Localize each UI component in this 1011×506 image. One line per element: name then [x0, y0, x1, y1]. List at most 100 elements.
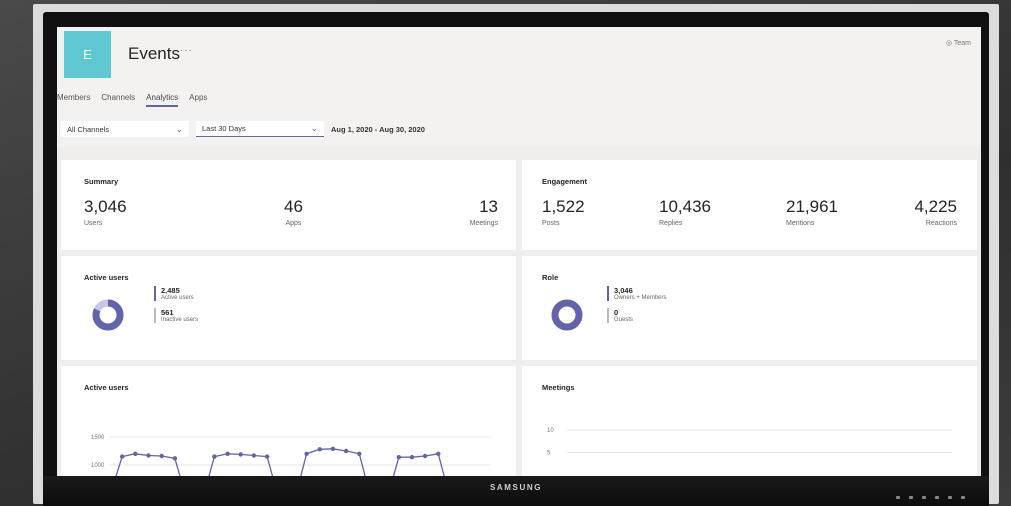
data-point — [159, 453, 164, 459]
monitor-button[interactable] — [922, 496, 926, 499]
y-tick-label: 10 — [547, 428, 554, 434]
tab-apps[interactable]: Apps — [189, 93, 207, 107]
data-point — [212, 454, 217, 459]
legend-label: Inactive users — [161, 317, 199, 323]
data-point — [422, 453, 428, 459]
stat-posts: 1,522 Posts — [542, 197, 585, 227]
legend-members: 3,046 Owners + Members — [607, 286, 667, 301]
tab-members[interactable]: Members — [57, 93, 90, 107]
y-tick-label: 1500 — [91, 435, 105, 441]
more-options-icon[interactable]: ··· — [180, 45, 193, 56]
stat-label: Apps — [285, 220, 302, 227]
chevron-down-icon: ⌄ — [310, 123, 318, 133]
team-badge[interactable]: ◎ Team — [946, 39, 971, 47]
active-users-card: Active users 2,485 Active users 561 Inac… — [61, 256, 516, 360]
series-line — [115, 448, 446, 477]
donut-legend: 2,485 Active users 561 Inactive users — [154, 286, 198, 330]
brand-logo: SAMSUNG — [489, 483, 543, 492]
data-point — [317, 447, 322, 452]
summary-card: Summary 3,046 Users 46 Apps 13 Meetings — [61, 160, 516, 250]
card-title: Role — [542, 273, 559, 282]
stat-value: 10,436 — [659, 197, 711, 216]
data-point — [225, 451, 230, 456]
stat-label: Mentions — [786, 220, 815, 227]
legend-inactive: 561 Inactive users — [154, 308, 198, 323]
legend-label: Guests — [614, 317, 634, 323]
legend-value: 561 — [161, 308, 174, 317]
meetings-chart-card: Meetings 10 5 — [522, 366, 977, 477]
stat-label: Meetings — [469, 220, 498, 227]
data-point — [396, 455, 401, 460]
card-title: Active users — [84, 273, 129, 282]
team-avatar: E — [64, 31, 111, 78]
active-users-chart-card: Active users 15001000500 — [61, 366, 516, 477]
data-point — [409, 455, 415, 460]
card-title: Engagement — [542, 177, 588, 186]
data-point — [330, 446, 336, 451]
date-range: Aug 1, 2020 - Aug 30, 2020 — [331, 125, 425, 134]
donut-legend: 3,046 Owners + Members 0 Guests — [607, 286, 667, 330]
legend-value: 3,046 — [614, 286, 633, 295]
active-users-donut — [92, 299, 124, 331]
period-select[interactable]: Last 30 Days ⌄ — [196, 121, 324, 137]
stat-value: 4,225 — [914, 197, 957, 216]
tab-analytics[interactable]: Analytics — [146, 93, 179, 107]
screen: E Events ··· ◎ Team Members Channels Ana… — [57, 27, 981, 477]
tab-bar: Members Channels Analytics Apps — [57, 93, 207, 107]
role-card: Role 3,046 Owners + Members 0 Guests — [522, 256, 977, 360]
monitor-button[interactable] — [909, 496, 913, 499]
channel-select[interactable]: All Channels ⌄ — [61, 121, 189, 137]
stat-value: 3,046 — [84, 197, 127, 216]
stat-replies: 10,436 Replies — [659, 197, 711, 227]
stat-mentions: 21,961 Mentions — [786, 197, 838, 227]
legend-active: 2,485 Active users — [154, 286, 198, 301]
meetings-line-chart: 10 5 — [547, 428, 952, 457]
stat-apps: 46 Apps — [284, 197, 303, 227]
data-point — [343, 448, 349, 454]
donut-members-segment — [551, 299, 583, 331]
stat-value: 1,522 — [542, 197, 585, 216]
monitor-button[interactable] — [896, 496, 900, 499]
data-point — [357, 451, 362, 456]
monitor-chin: SAMSUNG — [43, 476, 989, 506]
legend-value: 0 — [614, 308, 619, 317]
card-title: Summary — [84, 177, 119, 186]
data-point — [251, 453, 257, 458]
team-name: Events — [128, 44, 180, 63]
monitor-button[interactable] — [961, 496, 965, 499]
stat-users: 3,046 Users — [84, 197, 127, 227]
engagement-card: Engagement 1,522 Posts 10,436 Replies 21… — [522, 160, 977, 250]
stat-label: Users — [84, 220, 103, 227]
legend-value: 2,485 — [161, 286, 180, 295]
stat-value: 13 — [479, 197, 498, 216]
monitor-buttons — [896, 496, 965, 499]
legend-label: Owners + Members — [614, 295, 667, 301]
period-select-value: Last 30 Days — [202, 124, 246, 133]
data-point — [133, 451, 138, 456]
data-point — [238, 452, 243, 457]
data-point — [172, 456, 178, 461]
active-users-line-chart: 15001000500 — [91, 435, 491, 477]
data-point — [146, 453, 151, 458]
data-point — [120, 454, 125, 459]
stat-value: 46 — [284, 197, 303, 216]
y-tick-label: 1000 — [91, 463, 105, 469]
channel-select-value: All Channels — [67, 124, 110, 134]
chevron-down-icon: ⌄ — [175, 123, 183, 134]
y-tick-label: 5 — [547, 451, 551, 457]
stat-label: Posts — [542, 220, 560, 227]
role-donut — [551, 299, 583, 331]
stat-value: 21,961 — [786, 197, 838, 216]
data-point — [264, 454, 270, 459]
stat-label: Replies — [659, 220, 683, 227]
monitor-button[interactable] — [935, 496, 939, 499]
legend-label: Active users — [161, 295, 194, 301]
tab-channels[interactable]: Channels — [101, 93, 135, 107]
data-point — [304, 451, 309, 456]
monitor-button[interactable] — [948, 496, 952, 499]
stat-reactions: 4,225 Reactions — [914, 197, 957, 227]
legend-guests: 0 Guests — [607, 308, 667, 323]
stat-meetings: 13 Meetings — [470, 197, 498, 227]
data-point — [436, 451, 441, 456]
filter-bar: All Channels ⌄ Last 30 Days ⌄ — [57, 117, 981, 147]
